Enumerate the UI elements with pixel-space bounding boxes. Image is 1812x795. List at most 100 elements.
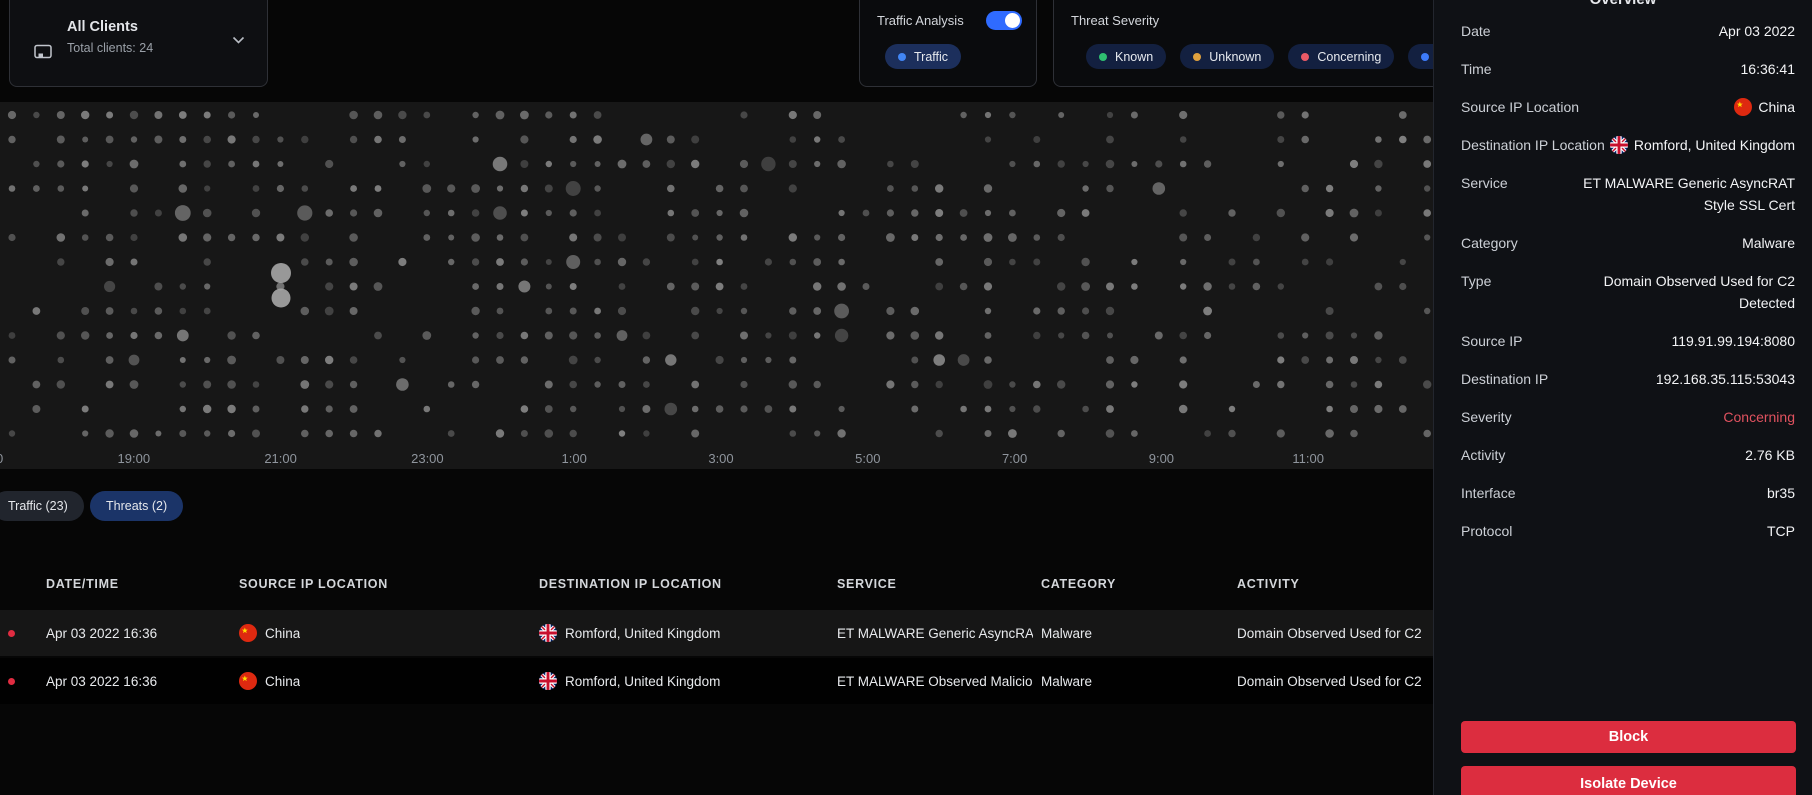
traffic-dot — [667, 185, 675, 193]
traffic-dot — [691, 160, 699, 168]
block-button[interactable]: Block — [1461, 721, 1796, 753]
traffic-dot — [1375, 136, 1382, 143]
traffic-dot — [1008, 233, 1017, 242]
severity-pill-unknown[interactable]: Unknown — [1180, 44, 1274, 69]
traffic-dot — [1058, 307, 1065, 314]
traffic-dot — [179, 184, 188, 193]
severity-pill-concerning[interactable]: Concerning — [1288, 44, 1394, 69]
traffic-dot — [58, 185, 65, 192]
traffic-dot — [106, 356, 114, 364]
traffic-dot — [761, 157, 775, 171]
traffic-dot — [691, 307, 699, 315]
traffic-dot — [1131, 381, 1137, 387]
traffic-dot — [253, 161, 260, 168]
chevron-down-icon[interactable] — [232, 31, 245, 49]
traffic-dot — [179, 136, 186, 143]
traffic-dot — [521, 405, 529, 413]
traffic-dot — [1179, 111, 1187, 119]
traffic-dot — [228, 135, 236, 143]
cell-source-location: China — [239, 610, 300, 656]
traffic-legend-pill[interactable]: Traffic — [885, 44, 961, 69]
severity-dot-icon — [1193, 53, 1201, 61]
traffic-dot — [594, 332, 601, 339]
severity-pill-known[interactable]: Known — [1086, 44, 1166, 69]
cell-datetime: Apr 03 2022 16:36 — [46, 658, 157, 704]
traffic-dot — [1033, 136, 1040, 143]
traffic-dot — [886, 380, 894, 388]
traffic-dot — [32, 405, 40, 413]
traffic-dot — [471, 307, 479, 315]
traffic-dot — [740, 332, 748, 340]
table-row[interactable]: Apr 03 2022 16:36ChinaRomford, United Ki… — [0, 610, 1445, 656]
traffic-dot — [1399, 405, 1407, 413]
traffic-dot — [936, 381, 943, 388]
traffic-dot — [619, 406, 625, 412]
traffic-dot — [497, 234, 504, 241]
traffic-analysis-toggle[interactable] — [986, 11, 1022, 30]
dashboard-page: 17:0019:0021:0023:001:003:005:007:009:00… — [0, 0, 1812, 795]
flag-china-icon — [1734, 98, 1752, 116]
traffic-dot — [1008, 429, 1017, 438]
detail-value: 119.91.99.194:8080 — [1671, 330, 1795, 352]
traffic-timeline-chart[interactable]: 17:0019:0021:0023:001:003:005:007:009:00… — [0, 102, 1445, 469]
traffic-dot — [1375, 283, 1383, 291]
traffic-dot — [1374, 405, 1382, 413]
traffic-dot — [424, 406, 431, 413]
traffic-dot — [1082, 406, 1089, 413]
traffic-dot — [545, 111, 552, 118]
traffic-dot — [911, 331, 920, 340]
traffic-dot — [350, 283, 358, 291]
traffic-dot — [228, 430, 235, 437]
traffic-dot — [57, 258, 64, 265]
traffic-dot — [203, 233, 211, 241]
traffic-dot — [1106, 356, 1114, 364]
flag-uk-icon — [539, 672, 557, 690]
traffic-dot — [520, 111, 529, 120]
traffic-dot — [154, 283, 162, 291]
clients-selector[interactable]: All Clients Total clients: 24 — [9, 0, 268, 87]
traffic-dot — [1375, 210, 1382, 217]
tab-threats[interactable]: Threats (2) — [90, 491, 183, 521]
traffic-dot — [594, 234, 602, 242]
traffic-dot — [130, 380, 139, 389]
axis-tick: 23:00 — [397, 451, 457, 466]
timeline-dots[interactable] — [0, 102, 1445, 469]
traffic-dot — [1375, 185, 1381, 191]
threat-event-dot[interactable] — [272, 289, 291, 308]
traffic-dot — [1399, 356, 1407, 364]
column-header-source-ip-location: SOURCE IP LOCATION — [239, 574, 388, 594]
traffic-dot — [1326, 307, 1334, 315]
traffic-dot — [130, 184, 138, 192]
table-row[interactable]: Apr 03 2022 16:36ChinaRomford, United Ki… — [0, 658, 1445, 704]
traffic-dot — [252, 430, 260, 438]
traffic-dot — [374, 282, 383, 291]
traffic-dot — [1009, 406, 1015, 412]
traffic-dot — [985, 210, 991, 216]
traffic-dot — [1107, 333, 1113, 339]
traffic-dot — [960, 234, 967, 241]
traffic-dot — [740, 405, 747, 412]
traffic-dot — [985, 136, 991, 142]
traffic-dot — [349, 233, 358, 242]
traffic-dot — [131, 259, 138, 266]
traffic-dot — [1034, 161, 1041, 168]
traffic-dot — [57, 111, 65, 119]
traffic-dot — [643, 430, 649, 436]
traffic-dot — [1374, 160, 1382, 168]
traffic-dot — [252, 209, 260, 217]
traffic-dot — [545, 185, 553, 193]
tab-traffic[interactable]: Traffic (23) — [0, 491, 84, 521]
traffic-dot — [325, 307, 334, 316]
detail-label: Destination IP Location — [1461, 134, 1605, 156]
isolate-device-button[interactable]: Isolate Device — [1461, 766, 1796, 795]
traffic-dot — [180, 283, 186, 289]
traffic-dot — [423, 112, 430, 119]
traffic-dot — [423, 234, 430, 241]
detail-row-protocol: ProtocolTCP — [1461, 520, 1795, 542]
traffic-dot — [837, 282, 846, 291]
threat-event-dot[interactable] — [271, 263, 291, 283]
detail-fields: DateApr 03 2022Time16:36:41Source IP Loc… — [1461, 20, 1795, 558]
traffic-dot — [619, 283, 626, 290]
traffic-dot — [594, 381, 600, 387]
traffic-dot — [1351, 332, 1357, 338]
